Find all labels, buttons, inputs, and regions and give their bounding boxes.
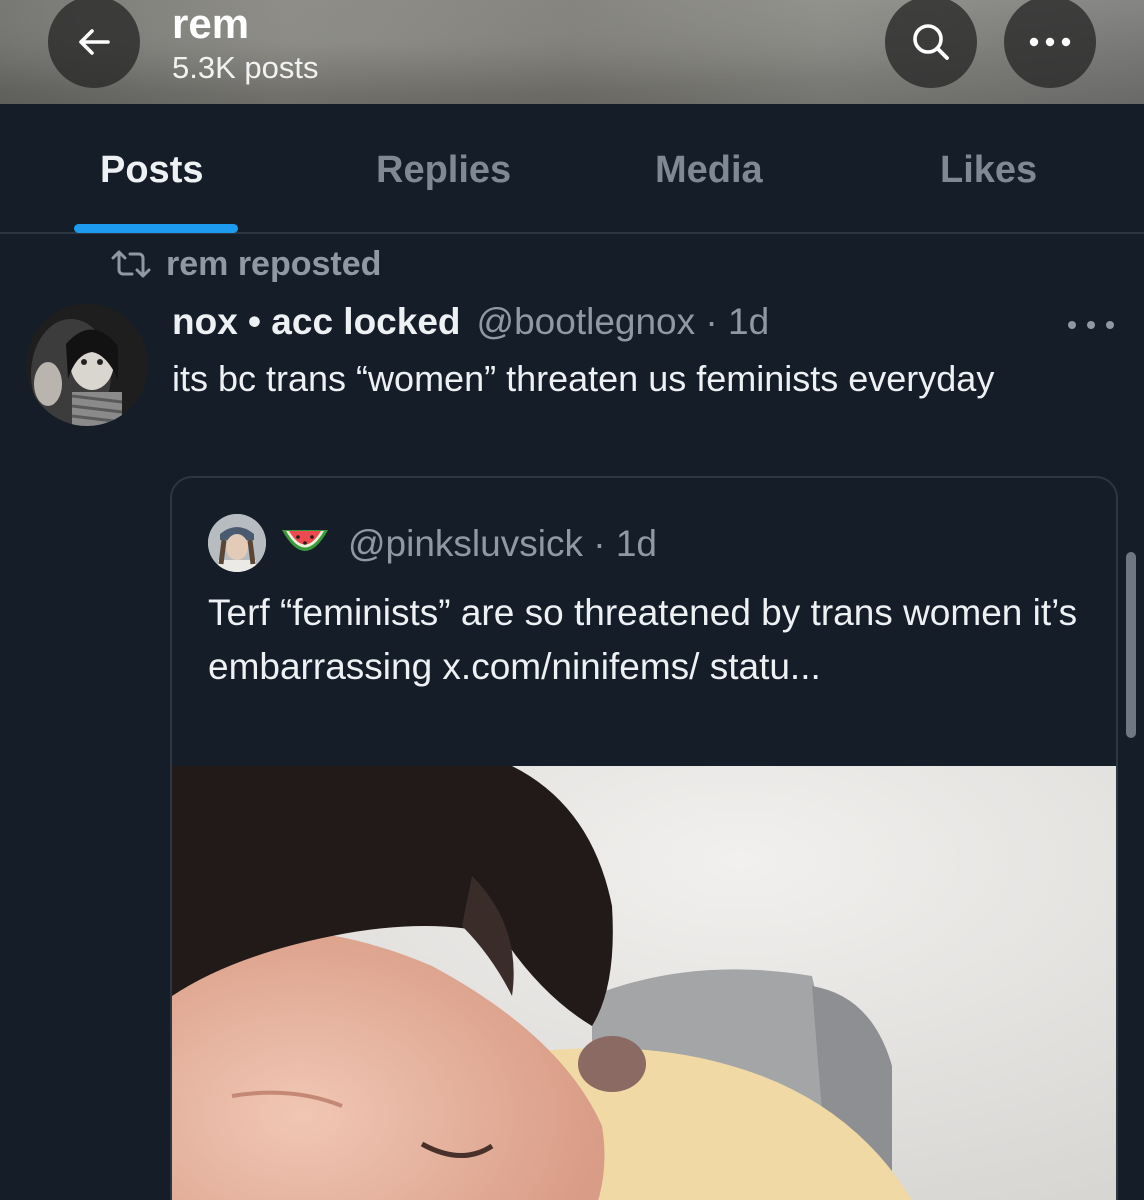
search-button[interactable] [885,0,977,88]
tab-media[interactable]: Media [655,148,763,192]
display-name[interactable]: nox • acc locked [172,298,461,346]
repost-context: rem reposted [110,242,381,286]
profile-tabs: Posts Replies Media Likes [0,104,1144,234]
post-count: 5.3K posts [172,50,319,85]
quote-text: Terf “feminists” are so threatened by tr… [208,592,1078,687]
profile-header: rem 5.3K posts [0,0,1144,104]
tab-replies[interactable]: Replies [376,148,511,192]
quote-media-image[interactable] [172,766,1116,1200]
tweet-more-button[interactable] [1068,318,1114,332]
arrow-left-icon [79,29,110,55]
tweet-header: nox • acc locked @bootlegnox · 1d [172,298,769,346]
quote-avatar [208,514,266,572]
quote-handle-and-time[interactable]: @pinksluvsick · 1d [348,520,657,568]
tweet-text: its bc trans “women” threaten us feminis… [172,358,995,399]
profile-name: rem [172,0,250,47]
scrollbar[interactable] [1126,552,1136,738]
quote-avatar-image [208,514,266,572]
tab-posts[interactable]: Posts [100,148,203,192]
watermelon-icon [282,530,328,551]
back-button[interactable] [48,0,140,88]
more-dot [1068,321,1076,329]
avatar[interactable] [26,304,148,426]
active-tab-indicator [74,224,238,233]
quoted-tweet-card[interactable]: @pinksluvsick · 1d Terf “feminists” are … [170,476,1118,1200]
tab-likes[interactable]: Likes [940,148,1037,192]
handle-and-time[interactable]: @bootlegnox · 1d [477,298,770,346]
more-horizontal-icon [1029,37,1071,47]
more-dot [1087,321,1095,329]
more-options-button[interactable] [1004,0,1096,88]
search-icon [913,24,949,60]
media-photo [172,766,1116,1200]
repost-text: rem reposted [166,244,382,283]
more-dot [1106,321,1114,329]
avatar-image [26,304,148,426]
repost-icon [111,250,151,278]
